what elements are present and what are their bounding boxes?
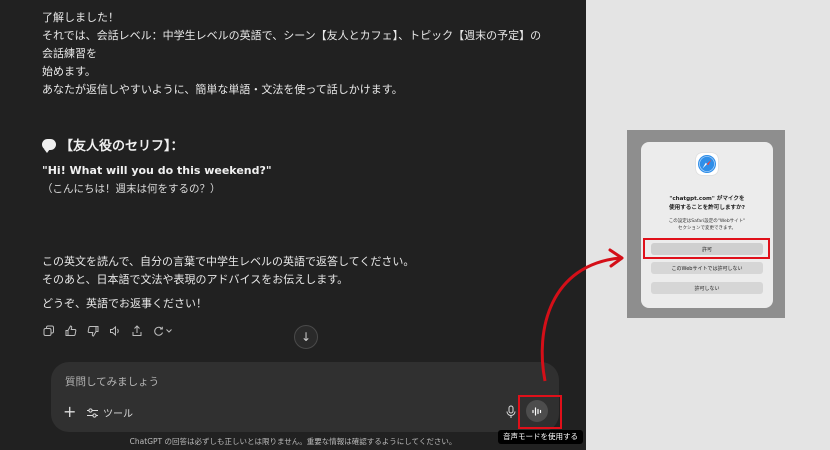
scroll-down-button[interactable]: ↓ — [294, 325, 318, 349]
quote-heading-text: 【友人役のセリフ】： — [60, 139, 184, 154]
closing-line: そのあと、日本語で文法や表現のアドバイスをお伝えします。 — [42, 273, 349, 286]
dialog-note-line: セクションで変更できます。 — [677, 226, 737, 231]
closing-line: この英文を読んで、自分の言葉で中学生レベルの英語で返答してください。 — [42, 255, 415, 268]
dialog-title: "chatgpt.com" がマイクを 使用することを許可しますか? — [647, 195, 767, 213]
share-icon[interactable] — [130, 324, 143, 337]
chat-panel: 了解しました！ それでは、会話レベル：中学生レベルの英語で、シーン【友人とカフェ… — [0, 0, 586, 450]
speech-bubble-icon — [42, 139, 56, 153]
message-actions — [42, 324, 174, 337]
intro-line: あなたが返信しやすいように、簡単な単語・文法を使って話しかけます。 — [42, 83, 403, 96]
allow-button-highlight — [643, 238, 770, 259]
never-allow-site-button[interactable]: このWebサイトでは許可しない — [651, 262, 763, 274]
composer-placeholder[interactable]: 質問してみましょう — [65, 374, 159, 389]
deny-button[interactable]: 許可しない — [651, 282, 763, 294]
tools-label: ツール — [103, 409, 133, 420]
tools-button[interactable]: ツール — [87, 405, 133, 420]
sliders-icon — [87, 407, 98, 418]
thumbs-down-icon[interactable] — [86, 324, 99, 337]
quote-english: "Hi! What will you do this weekend?" — [42, 164, 272, 177]
quote-heading: 【友人役のセリフ】： — [42, 135, 184, 154]
dialog-note-line: この設定はSafari設定の"Webサイト" — [668, 219, 746, 224]
dialog-title-line: "chatgpt.com" がマイクを — [669, 196, 745, 202]
plus-icon[interactable]: + — [63, 402, 76, 421]
intro-line: それでは、会話レベル：中学生レベルの英語で、シーン【友人とカフェ】、トピック【週… — [42, 29, 542, 60]
dialog-title-line: 使用することを許可しますか? — [669, 205, 745, 211]
intro-line: 了解しました！ — [42, 11, 119, 24]
message-composer[interactable]: 質問してみましょう + ツール — [51, 362, 559, 432]
quote-japanese: （こんにちは！週末は何をするの？） — [42, 183, 221, 195]
voice-mode-tooltip: 音声モードを使用する — [498, 430, 583, 444]
thumbs-up-icon[interactable] — [64, 324, 77, 337]
speaker-icon[interactable] — [108, 324, 121, 337]
dialog-note: この設定はSafari設定の"Webサイト" セクションで変更できます。 — [647, 218, 767, 232]
closing-line: どうぞ、英語でお返事ください！ — [42, 297, 207, 310]
copy-icon[interactable] — [42, 324, 55, 337]
safari-icon — [696, 153, 718, 175]
microphone-icon[interactable] — [505, 405, 517, 419]
arrow-down-icon: ↓ — [300, 330, 312, 344]
microphone-permission-dialog: "chatgpt.com" がマイクを 使用することを許可しますか? この設定は… — [641, 142, 773, 308]
voice-button-highlight — [518, 395, 562, 429]
intro-line: 始めます。 — [42, 65, 96, 78]
assistant-closing: この英文を読んで、自分の言葉で中学生レベルの英語で返答してください。 そのあと、… — [42, 253, 562, 313]
assistant-intro: 了解しました！ それでは、会話レベル：中学生レベルの英語で、シーン【友人とカフェ… — [42, 9, 552, 99]
regenerate-icon[interactable] — [152, 324, 174, 337]
